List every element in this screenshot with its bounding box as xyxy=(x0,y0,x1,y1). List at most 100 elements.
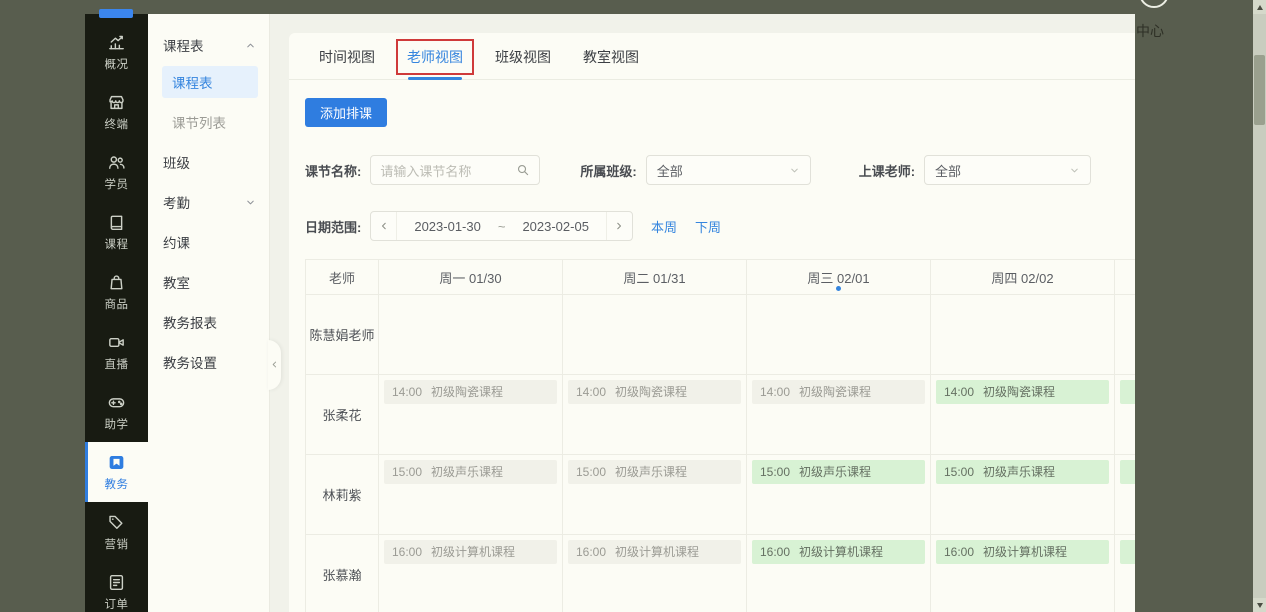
lesson-course-name: 初级计算机课程 xyxy=(799,545,883,559)
lesson-chip[interactable]: 14:00初级陶瓷课程 xyxy=(568,380,741,404)
students-icon xyxy=(107,153,126,172)
schedule-cell: 15:00初级声乐课程 xyxy=(379,455,563,535)
menu-item-attendance[interactable]: 考勤 xyxy=(148,182,269,222)
menu-item-reports[interactable]: 教务报表 xyxy=(148,302,269,342)
menu-item-classes[interactable]: 班级 xyxy=(148,142,269,182)
menu-item-classroom[interactable]: 教室 xyxy=(148,262,269,302)
avatar-circle-icon[interactable] xyxy=(1139,0,1169,8)
search-icon[interactable] xyxy=(516,163,530,177)
menu-items: 课程表课程表课节列表班级考勤约课教室教务报表教务设置 xyxy=(148,28,269,382)
schedule-cell: 14:00初级陶瓷课程 xyxy=(931,375,1115,455)
schedule-cell: 15:00初级声乐课程 xyxy=(747,455,931,535)
sidebar-item-label: 学员 xyxy=(105,176,129,192)
teacher-name: 陈慧娟老师 xyxy=(305,295,379,375)
menu-item-settings[interactable]: 教务设置 xyxy=(148,342,269,382)
this-week-link[interactable]: 本周 xyxy=(651,217,677,236)
schedule-body: 陈慧娟老师张柔花14:00初级陶瓷课程14:00初级陶瓷课程14:00初级陶瓷课… xyxy=(305,295,1135,612)
schedule-cell-clipped xyxy=(1115,535,1135,612)
lesson-chip[interactable]: 15:00初级声乐课程 xyxy=(936,460,1109,484)
tab-teacher-view[interactable]: 老师视图 xyxy=(407,47,463,67)
tab-class-view[interactable]: 班级视图 xyxy=(495,47,551,67)
end-date[interactable]: 2023-02-05 xyxy=(505,212,606,240)
lesson-chip[interactable] xyxy=(1120,460,1135,484)
content-area: 时间视图老师视图班级视图教室视图 添加排课 课节名称: 请输入课节名称 所属班级… xyxy=(270,14,1135,612)
teacher-select[interactable]: 全部 xyxy=(924,155,1091,185)
scrollbar-thumb[interactable] xyxy=(1254,55,1265,125)
clipped-day-column-header xyxy=(1115,259,1135,295)
schedule-cell: 15:00初级声乐课程 xyxy=(931,455,1115,535)
sidebar-item-label: 营销 xyxy=(105,536,129,552)
lesson-chip[interactable] xyxy=(1120,380,1135,404)
lesson-chip[interactable]: 15:00初级声乐课程 xyxy=(568,460,741,484)
sidebar-item-courses[interactable]: 课程 xyxy=(85,202,148,262)
tags-icon xyxy=(107,513,126,532)
sidebar-item-terminal[interactable]: 终端 xyxy=(85,82,148,142)
tab-label: 班级视图 xyxy=(495,49,551,65)
lesson-chip[interactable]: 15:00初级声乐课程 xyxy=(384,460,557,484)
menu-item-timetable[interactable]: 课程表 xyxy=(162,66,258,98)
tab-label: 教室视图 xyxy=(583,49,639,65)
menu-item-timetable-group[interactable]: 课程表 xyxy=(148,28,269,62)
gamepad-icon xyxy=(107,393,126,412)
lesson-course-name: 初级陶瓷课程 xyxy=(983,385,1055,399)
teacher-select-value: 全部 xyxy=(935,161,961,180)
next-week-link[interactable]: 下周 xyxy=(695,217,721,236)
menu-item-label: 课程表 xyxy=(172,72,213,92)
lesson-chip[interactable]: 16:00初级计算机课程 xyxy=(752,540,925,564)
lesson-time: 14:00 xyxy=(392,385,422,399)
lesson-chip[interactable]: 14:00初级陶瓷课程 xyxy=(384,380,557,404)
lesson-chip[interactable]: 16:00初级计算机课程 xyxy=(568,540,741,564)
sidebar-item-academic[interactable]: 教务 xyxy=(85,442,148,502)
lesson-chip[interactable]: 15:00初级声乐课程 xyxy=(752,460,925,484)
lesson-time: 16:00 xyxy=(392,545,422,559)
teacher-name: 张柔花 xyxy=(305,375,379,455)
view-tabs: 时间视图 老师视图 班级视图 教室视图 xyxy=(289,33,1135,80)
lesson-course-name: 初级声乐课程 xyxy=(799,465,871,479)
next-week-button[interactable] xyxy=(606,212,632,240)
header-center-text: 中心 xyxy=(1136,21,1164,41)
schedule-cell-clipped xyxy=(1115,295,1135,375)
book-icon xyxy=(107,213,126,232)
logo xyxy=(99,9,133,18)
teacher-name: 张慕瀚 xyxy=(305,535,379,612)
sidebar-item-live[interactable]: 直播 xyxy=(85,322,148,382)
class-select[interactable]: 全部 xyxy=(646,155,811,185)
add-schedule-button[interactable]: 添加排课 xyxy=(305,98,387,127)
lesson-name-input[interactable]: 请输入课节名称 xyxy=(370,155,540,185)
menu-item-label: 约课 xyxy=(163,232,190,252)
scroll-up-button[interactable] xyxy=(1253,0,1266,14)
sidebar-item-goods[interactable]: 商品 xyxy=(85,262,148,322)
schedule-cell: 14:00初级陶瓷课程 xyxy=(379,375,563,455)
chevron-down-icon xyxy=(789,165,800,176)
sidebar-item-study-aid[interactable]: 助学 xyxy=(85,382,148,442)
lesson-chip[interactable]: 16:00初级计算机课程 xyxy=(384,540,557,564)
menu-item-label: 教务设置 xyxy=(163,352,217,372)
lesson-course-name: 初级声乐课程 xyxy=(615,465,687,479)
schedule-cell: 16:00初级计算机课程 xyxy=(379,535,563,612)
start-date[interactable]: 2023-01-30 xyxy=(397,212,498,240)
lesson-time: 15:00 xyxy=(944,465,974,479)
prev-week-button[interactable] xyxy=(371,212,397,240)
menu-item-booking[interactable]: 约课 xyxy=(148,222,269,262)
sidebar-items: 概况终端学员课程商品直播助学教务营销订单 xyxy=(85,14,148,612)
sidebar-item-students[interactable]: 学员 xyxy=(85,142,148,202)
menu-item-lesson-list[interactable]: 课节列表 xyxy=(148,102,269,142)
scroll-down-button[interactable] xyxy=(1253,598,1266,612)
lesson-chip[interactable] xyxy=(1120,540,1135,564)
lesson-chip[interactable]: 14:00初级陶瓷课程 xyxy=(752,380,925,404)
menu-item-label: 课节列表 xyxy=(172,112,226,132)
sidebar-item-label: 课程 xyxy=(105,236,129,252)
sidebar-item-label: 概况 xyxy=(105,56,129,72)
lesson-chip[interactable]: 14:00初级陶瓷课程 xyxy=(936,380,1109,404)
sidebar-item-orders[interactable]: 订单 xyxy=(85,562,148,612)
lesson-chip[interactable]: 16:00初级计算机课程 xyxy=(936,540,1109,564)
sidebar-item-label: 终端 xyxy=(105,116,129,132)
day-column-header: 周二 01/31 xyxy=(563,259,747,295)
sidebar-item-overview[interactable]: 概况 xyxy=(85,22,148,82)
tab-time-view[interactable]: 时间视图 xyxy=(319,47,375,67)
page-scrollbar[interactable] xyxy=(1253,0,1266,612)
schedule-card: 时间视图老师视图班级视图教室视图 添加排课 课节名称: 请输入课节名称 所属班级… xyxy=(289,33,1135,612)
tab-room-view[interactable]: 教室视图 xyxy=(583,47,639,67)
menu-collapse-handle[interactable] xyxy=(268,340,281,390)
sidebar-item-marketing[interactable]: 营销 xyxy=(85,502,148,562)
